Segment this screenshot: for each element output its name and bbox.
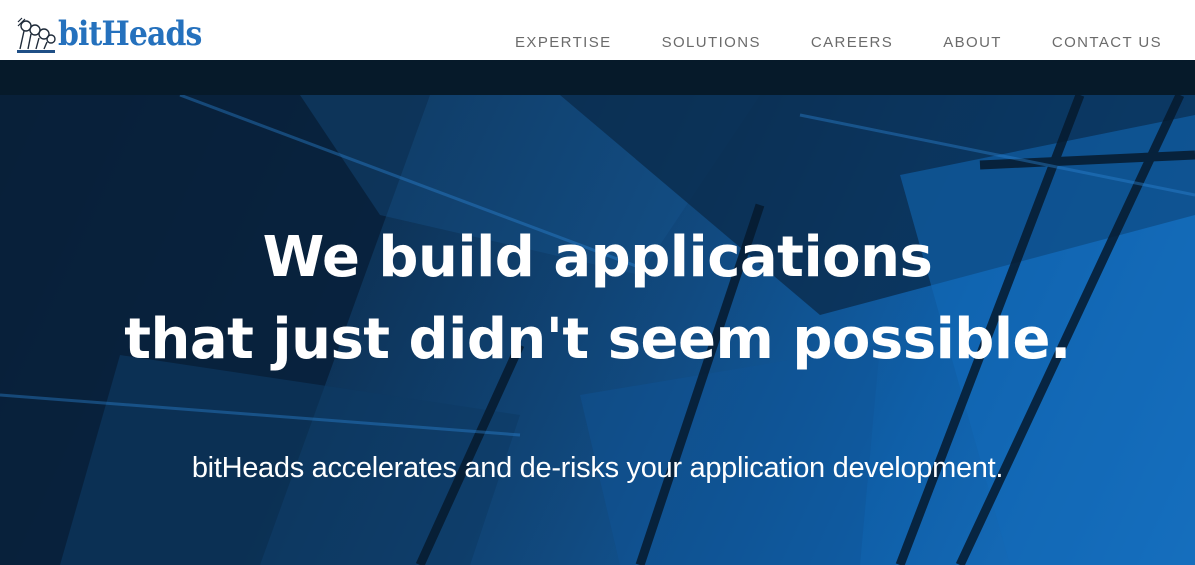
hero-title-line-2: that just didn't seem possible. xyxy=(124,307,1071,372)
site-header: bitHeads EXPERTISE SOLUTIONS CAREERS ABO… xyxy=(0,0,1195,60)
nav-item-careers[interactable]: CAREERS xyxy=(811,34,893,51)
hero-title-line-1: We build applications xyxy=(262,225,933,290)
header-divider-band xyxy=(0,60,1195,95)
logo-text: bitHeads xyxy=(58,14,202,54)
hero-title: We build applications that just didn't s… xyxy=(0,217,1195,381)
bitheads-logo[interactable]: bitHeads xyxy=(16,8,221,56)
logo-heads-icon xyxy=(17,17,56,53)
hero-section: We build applications that just didn't s… xyxy=(0,95,1195,565)
main-nav: EXPERTISE SOLUTIONS CAREERS ABOUT CONTAC… xyxy=(465,34,1162,51)
nav-item-about[interactable]: ABOUT xyxy=(943,34,1002,51)
hero-subtitle: bitHeads accelerates and de-risks your a… xyxy=(191,452,1004,484)
nav-item-contact-us[interactable]: CONTACT US xyxy=(1052,34,1162,51)
nav-item-expertise[interactable]: EXPERTISE xyxy=(515,34,612,51)
nav-item-solutions[interactable]: SOLUTIONS xyxy=(662,34,761,51)
